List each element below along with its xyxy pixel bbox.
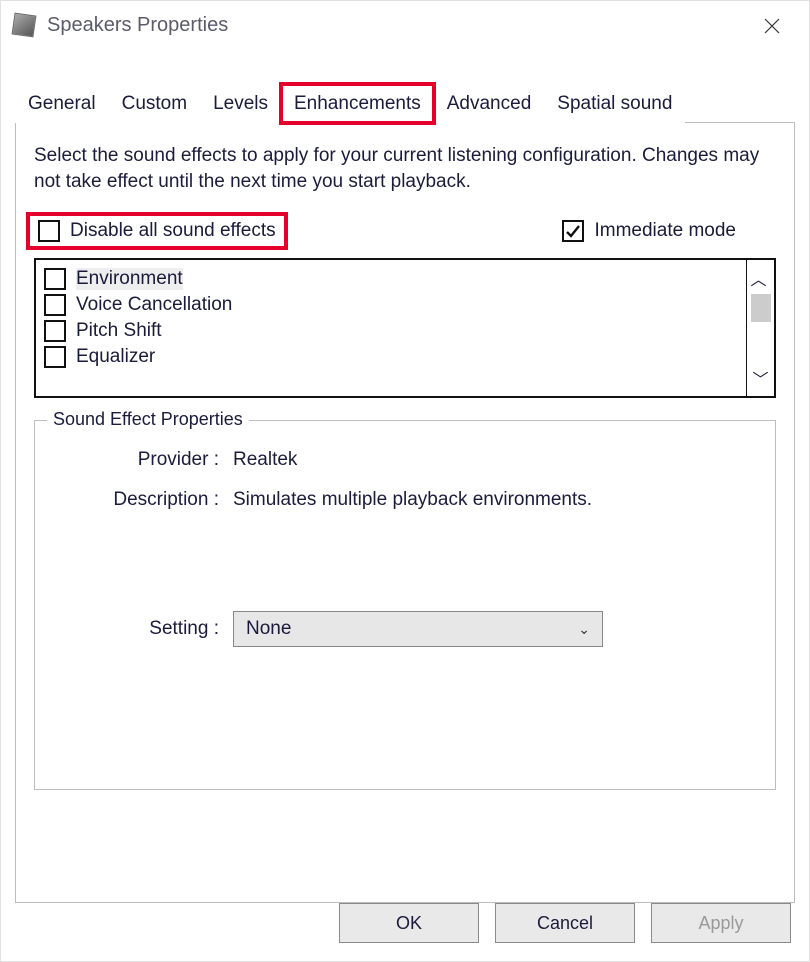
apply-button[interactable]: Apply: [651, 903, 791, 943]
tab-levels[interactable]: Levels: [200, 84, 281, 123]
tab-advanced[interactable]: Advanced: [434, 84, 545, 123]
tab-general[interactable]: General: [15, 84, 109, 123]
scrollbar-thumb[interactable]: [751, 294, 771, 322]
effect-label: Environment: [76, 268, 183, 290]
checkmark-icon: [565, 223, 581, 239]
listbox-scrollbar[interactable]: ︿ ﹀: [746, 260, 774, 396]
close-icon: [764, 18, 780, 34]
cancel-button[interactable]: Cancel: [495, 903, 635, 943]
chevron-up-icon: ︿: [751, 272, 767, 289]
effect-label: Pitch Shift: [76, 320, 162, 342]
description-label: Description :: [53, 489, 233, 511]
disable-all-label: Disable all sound effects: [70, 220, 276, 242]
groupbox-legend: Sound Effect Properties: [47, 409, 249, 430]
titlebar: Speakers Properties: [1, 1, 809, 49]
dialog-button-row: OK Cancel Apply: [1, 885, 809, 943]
tab-spatial-sound[interactable]: Spatial sound: [544, 84, 685, 123]
tab-strip: General Custom Levels Enhancements Advan…: [15, 77, 795, 123]
effect-label: Equalizer: [76, 346, 155, 368]
provider-label: Provider :: [53, 449, 233, 471]
properties-window: Speakers Properties General Custom Level…: [0, 0, 810, 962]
effects-list-inner: Environment Voice Cancellation Pitch Shi…: [36, 260, 746, 396]
setting-value: None: [246, 618, 291, 640]
chevron-down-icon: ⌄: [578, 621, 590, 638]
setting-label: Setting :: [53, 618, 233, 640]
top-checkbox-row: Disable all sound effects Immediate mode: [34, 220, 776, 242]
chevron-down-icon[interactable]: ﹀: [752, 366, 768, 390]
provider-row: Provider : Realtek: [53, 449, 757, 471]
close-button[interactable]: [751, 11, 793, 41]
setting-dropdown[interactable]: None ⌄: [233, 611, 603, 647]
effect-item-voice-cancellation[interactable]: Voice Cancellation: [44, 292, 738, 318]
disable-all-sound-effects-checkbox[interactable]: Disable all sound effects: [34, 220, 280, 242]
description-value: Simulates multiple playback environments…: [233, 489, 757, 511]
checkbox-box-icon: [44, 294, 66, 316]
effect-item-environment[interactable]: Environment: [44, 266, 738, 292]
instructions-text: Select the sound effects to apply for yo…: [34, 143, 776, 194]
speaker-icon: [12, 13, 37, 38]
description-row: Description : Simulates multiple playbac…: [53, 489, 757, 511]
checkbox-box-icon: [44, 346, 66, 368]
effect-item-pitch-shift[interactable]: Pitch Shift: [44, 318, 738, 344]
effect-item-equalizer[interactable]: Equalizer: [44, 344, 738, 370]
ok-button[interactable]: OK: [339, 903, 479, 943]
checkbox-box-icon: [44, 320, 66, 342]
scroll-up-button[interactable]: ︿: [751, 266, 771, 322]
immediate-mode-label: Immediate mode: [594, 220, 736, 242]
checkbox-box-icon: [44, 268, 66, 290]
window-title: Speakers Properties: [47, 14, 228, 37]
sound-effect-properties-group: Sound Effect Properties Provider : Realt…: [34, 420, 776, 790]
checkbox-box-icon: [562, 220, 584, 242]
effect-label: Voice Cancellation: [76, 294, 232, 316]
setting-row: Setting : None ⌄: [53, 611, 757, 647]
tab-enhancements[interactable]: Enhancements: [281, 84, 434, 123]
effects-listbox[interactable]: Environment Voice Cancellation Pitch Shi…: [34, 258, 776, 398]
tab-panel-enhancements: Select the sound effects to apply for yo…: [15, 123, 795, 903]
provider-value: Realtek: [233, 449, 757, 471]
tab-custom[interactable]: Custom: [109, 84, 200, 123]
checkbox-box-icon: [38, 220, 60, 242]
immediate-mode-checkbox[interactable]: Immediate mode: [562, 220, 736, 242]
